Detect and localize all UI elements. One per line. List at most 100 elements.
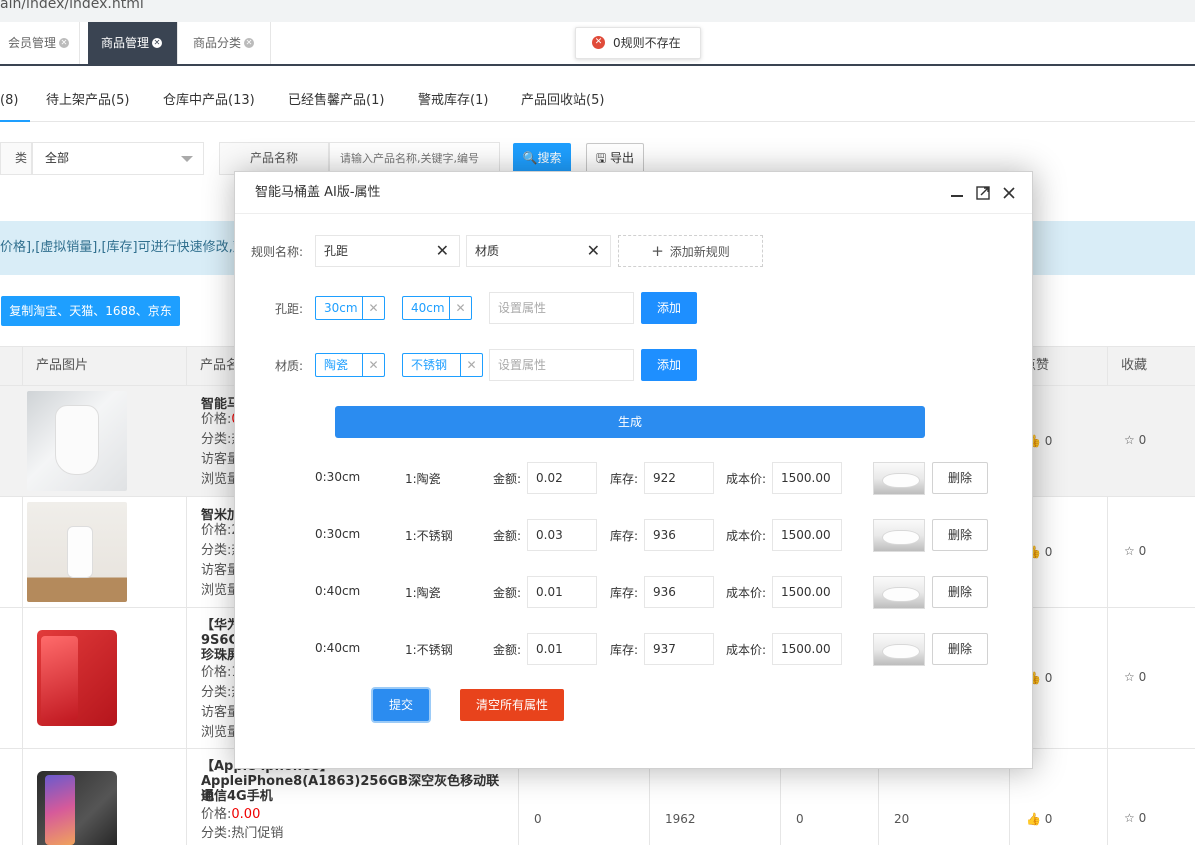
add-rule-button[interactable]: + 添加新规则: [618, 235, 763, 267]
search-label: 搜索: [537, 151, 562, 165]
sku-spec-1: 0:40cm: [315, 641, 361, 655]
close-icon[interactable]: ✕: [244, 37, 255, 48]
sku-image[interactable]: [873, 462, 925, 495]
delete-sku-button[interactable]: 删除: [932, 633, 988, 665]
product-image: [27, 391, 127, 491]
cost-label: 成本价:: [726, 529, 767, 543]
search-button[interactable]: 🔍搜索: [513, 143, 571, 173]
favorites-cell[interactable]: ☆ 0: [1124, 670, 1146, 684]
subtab-low-stock[interactable]: 警戒库存(1): [418, 80, 488, 122]
attribute-label: 孔距:: [274, 302, 303, 316]
sku-spec-2: 1:陶瓷: [405, 472, 441, 486]
attribute-label: 材质:: [274, 359, 303, 373]
stock-input[interactable]: 937: [644, 633, 714, 665]
rule-name-value: 孔距: [324, 244, 349, 258]
favorites-count: 0: [1138, 433, 1147, 447]
likes-count: 0: [1044, 812, 1053, 826]
cost-input[interactable]: 1500.00: [772, 633, 842, 665]
star-icon: ☆: [1124, 544, 1135, 558]
maximize-icon[interactable]: [975, 185, 991, 201]
attribute-tag: 30cm ✕: [315, 296, 385, 320]
rule-name-label: 规则名称:: [250, 245, 303, 259]
attribute-input[interactable]: 设置属性: [489, 292, 634, 324]
add-attribute-button[interactable]: 添加: [641, 349, 697, 381]
sku-image[interactable]: [873, 576, 925, 609]
tab-label: 商品分类: [193, 36, 242, 50]
sku-image[interactable]: [873, 633, 925, 666]
add-attribute-button[interactable]: 添加: [641, 292, 697, 324]
address-bar[interactable]: ain/index/index.html: [0, 0, 1195, 22]
cost-input[interactable]: 1500.00: [772, 576, 842, 608]
amount-input[interactable]: 0.02: [527, 462, 597, 494]
amount-input[interactable]: 0.03: [527, 519, 597, 551]
close-icon[interactable]: ✕: [587, 236, 600, 266]
minimize-icon[interactable]: [949, 185, 965, 201]
table-cell[interactable]: 0: [534, 812, 542, 826]
tab-products[interactable]: 商品管理 ✕: [88, 22, 178, 64]
table-cell[interactable]: 20: [894, 812, 909, 826]
close-icon[interactable]: [1001, 185, 1017, 201]
export-button[interactable]: 🖫 导出: [586, 143, 644, 173]
likes-cell[interactable]: 👍 0: [1026, 812, 1052, 826]
tag-label: 30cm: [324, 301, 358, 315]
subtab-recycle-bin[interactable]: 产品回收站(5): [521, 80, 604, 122]
amount-input[interactable]: 0.01: [527, 633, 597, 665]
attribute-dialog: 智能马桶盖 AI版-属性 规则名称: 孔距 ✕ 材质 ✕ + 添加新规则 孔距: 30…: [234, 171, 1033, 769]
amount-label: 金额:: [493, 472, 522, 486]
amount-input[interactable]: 0.01: [527, 576, 597, 608]
thumbs-up-icon: 👍: [1026, 812, 1041, 826]
attribute-input[interactable]: 设置属性: [489, 349, 634, 381]
cost-input[interactable]: 1500.00: [772, 519, 842, 551]
close-icon[interactable]: ✕: [362, 297, 384, 319]
close-icon[interactable]: ✕: [449, 297, 471, 319]
copy-from-platforms-button[interactable]: 复制淘宝、天猫、1688、京东: [1, 296, 180, 326]
tab-category[interactable]: 商品分类 ✕: [185, 22, 271, 64]
tag-label: 40cm: [411, 301, 445, 315]
tab-member[interactable]: 会员管理 ✕: [0, 22, 80, 64]
close-icon[interactable]: ✕: [436, 236, 449, 266]
favorites-cell[interactable]: ☆ 0: [1124, 433, 1146, 447]
stock-input[interactable]: 936: [644, 576, 714, 608]
close-icon[interactable]: ✕: [59, 37, 70, 48]
submit-button[interactable]: 提交: [373, 689, 429, 721]
favorites-cell[interactable]: ☆ 0: [1124, 811, 1146, 825]
stock-input[interactable]: 922: [644, 462, 714, 494]
close-icon[interactable]: ✕: [460, 354, 482, 376]
cost-input[interactable]: 1500.00: [772, 462, 842, 494]
rule-name-value: 材质: [475, 244, 500, 258]
stock-input[interactable]: 936: [644, 519, 714, 551]
delete-sku-button[interactable]: 删除: [932, 519, 988, 551]
subtab-sold-out[interactable]: 已经售馨产品(1): [288, 80, 384, 122]
delete-sku-button[interactable]: 删除: [932, 576, 988, 608]
tab-label: 会员管理: [8, 36, 57, 50]
col-header-favorites: 收藏: [1121, 358, 1148, 373]
tag-label: 不锈钢: [411, 358, 448, 372]
export-icon: 🖫: [595, 151, 607, 165]
clear-all-attributes-button[interactable]: 清空所有属性: [460, 689, 564, 721]
subtab-on-sale[interactable]: (8): [0, 80, 30, 122]
category-select[interactable]: 全部: [32, 142, 204, 175]
col-header-image: 产品图片: [36, 358, 89, 373]
product-category: 分类:热门促销: [201, 826, 284, 841]
table-cell[interactable]: 1962: [665, 812, 696, 826]
favorites-cell[interactable]: ☆ 0: [1124, 544, 1146, 558]
subtab-pending[interactable]: 待上架产品(5): [46, 80, 129, 122]
favorites-count: 0: [1138, 811, 1147, 825]
generate-button[interactable]: 生成: [335, 406, 925, 438]
product-status-tabs: (8) 待上架产品(5) 仓库中产品(13) 已经售馨产品(1) 警戒库存(1)…: [0, 80, 1195, 122]
rule-name-input[interactable]: 材质 ✕: [466, 235, 611, 267]
col-header-name: 产品名: [200, 358, 240, 373]
close-icon[interactable]: ✕: [362, 354, 384, 376]
close-icon[interactable]: ✕: [152, 37, 163, 48]
search-icon: 🔍: [522, 151, 538, 165]
sku-image[interactable]: [873, 519, 925, 552]
dialog-title: 智能马桶盖 AI版-属性: [255, 185, 381, 200]
error-toast: ✕ 0规则不存在: [575, 27, 701, 59]
sku-spec-2: 1:不锈钢: [405, 529, 453, 543]
delete-sku-button[interactable]: 删除: [932, 462, 988, 494]
sku-spec-2: 1:陶瓷: [405, 586, 441, 600]
table-cell[interactable]: 0: [796, 812, 804, 826]
rule-name-input[interactable]: 孔距 ✕: [315, 235, 460, 267]
subtab-warehouse[interactable]: 仓库中产品(13): [163, 80, 255, 122]
price-label: 价格:: [201, 412, 232, 427]
